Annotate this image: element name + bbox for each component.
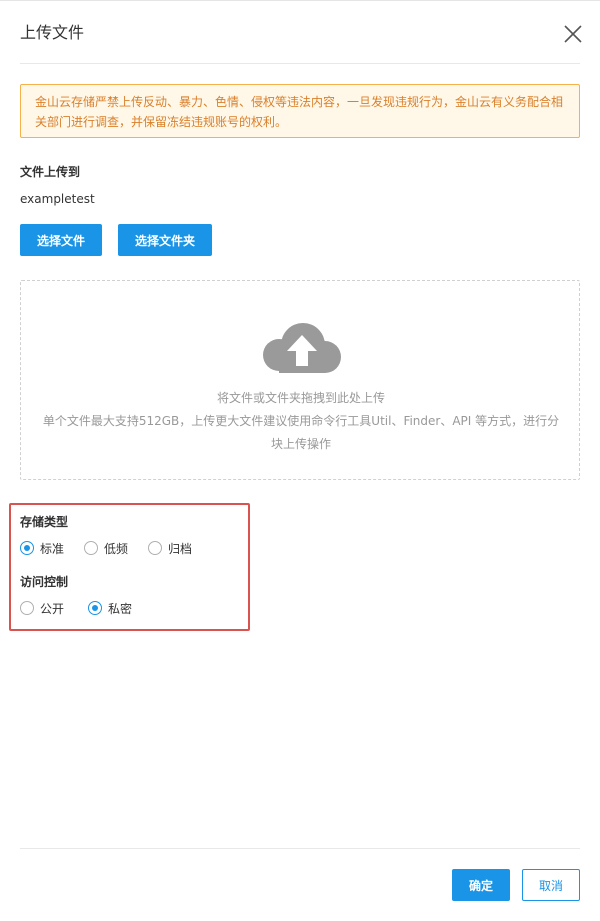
storage-type-options: 标准 低频 归档 [20,539,212,557]
drop-zone[interactable]: 将文件或文件夹拖拽到此处上传 单个文件最大支持512GB，上传更大文件建议使用命… [20,280,580,480]
storage-type-infrequent-label: 低频 [104,541,129,556]
select-folder-button[interactable]: 选择文件夹 [118,224,212,256]
drop-hint-line2: 单个文件最大支持512GB，上传更大文件建议使用命令行工具Util、Finder… [42,414,560,451]
bucket-name: exampletest [20,192,95,206]
storage-type-archive[interactable]: 归档 [148,540,192,557]
cancel-button[interactable]: 取消 [522,869,580,901]
footer-divider [20,848,580,849]
radio-checked-icon[interactable] [20,541,34,555]
cloud-upload-icon [261,321,343,377]
access-private-label: 私密 [108,601,133,616]
access-control-options: 公开 私密 [20,599,152,617]
storage-type-standard-label: 标准 [40,541,65,556]
radio-checked-icon[interactable] [88,601,103,615]
access-public-label: 公开 [40,601,65,616]
storage-type-archive-label: 归档 [168,541,193,556]
header-divider [20,63,580,64]
storage-type-standard[interactable]: 标准 [20,540,64,557]
dialog-title: 上传文件 [20,23,85,42]
close-icon[interactable] [560,21,586,47]
storage-type-label: 存储类型 [20,515,69,529]
radio-unchecked-icon[interactable] [148,541,163,555]
drop-hint-line1: 将文件或文件夹拖拽到此处上传 [216,391,385,405]
select-file-button[interactable]: 选择文件 [20,224,102,256]
warning-banner: 金山云存储严禁上传反动、暴力、色情、侵权等违法内容，一旦发现违规行为，金山云有义… [20,84,580,138]
storage-type-infrequent[interactable]: 低频 [84,540,128,557]
destination-label: 文件上传到 [20,165,81,179]
access-private[interactable]: 私密 [88,600,132,617]
radio-unchecked-icon[interactable] [84,541,99,555]
access-public[interactable]: 公开 [20,600,64,617]
radio-unchecked-icon[interactable] [20,601,34,615]
drop-hint: 将文件或文件夹拖拽到此处上传 单个文件最大支持512GB，上传更大文件建议使用命… [41,387,561,456]
access-control-label: 访问控制 [20,575,69,589]
ok-button[interactable]: 确定 [452,869,510,901]
top-divider [0,0,600,1]
